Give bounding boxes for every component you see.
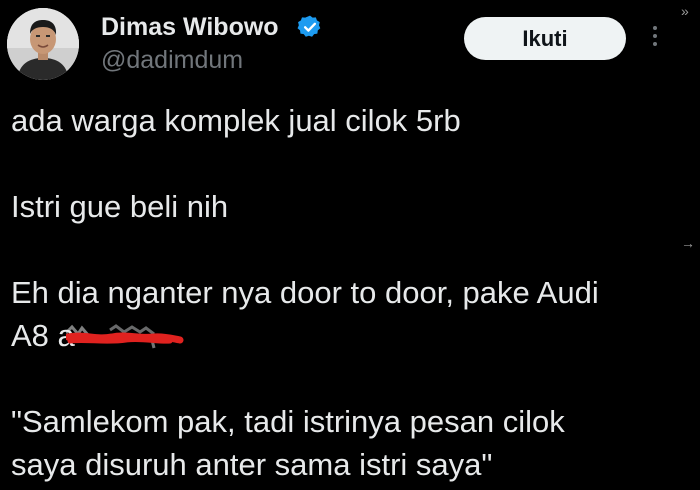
avatar-photo	[7, 8, 79, 80]
tweet-text-line: ada warga komplek jual cilok 5rb	[11, 103, 461, 138]
tweet-text-line: saya disuruh anter sama istri saya"	[11, 447, 493, 482]
more-vertical-icon[interactable]	[648, 26, 662, 52]
author-handle[interactable]: @dadimdum	[101, 45, 243, 75]
tweet-page: Dimas Wibowo @dadimdum Ikuti » → ada war…	[0, 0, 700, 490]
tweet-text-line: Eh dia nganter nya door to door, pake Au…	[11, 275, 599, 310]
arrow-right-icon[interactable]: →	[681, 236, 695, 250]
verified-badge-icon	[297, 15, 321, 37]
avatar[interactable]	[7, 8, 79, 80]
redaction-scribble	[66, 324, 184, 349]
double-chevron-right-icon[interactable]: »	[681, 4, 689, 18]
more-dot	[653, 26, 657, 30]
tweet-text-line: Istri gue beli nih	[11, 189, 229, 224]
more-dot	[653, 42, 657, 46]
author-display-name[interactable]: Dimas Wibowo	[101, 12, 279, 42]
tweet-text-line: "Samlekom pak, tadi istrinya pesan cilok	[11, 404, 565, 439]
more-dot	[653, 34, 657, 38]
follow-button[interactable]: Ikuti	[464, 17, 626, 60]
